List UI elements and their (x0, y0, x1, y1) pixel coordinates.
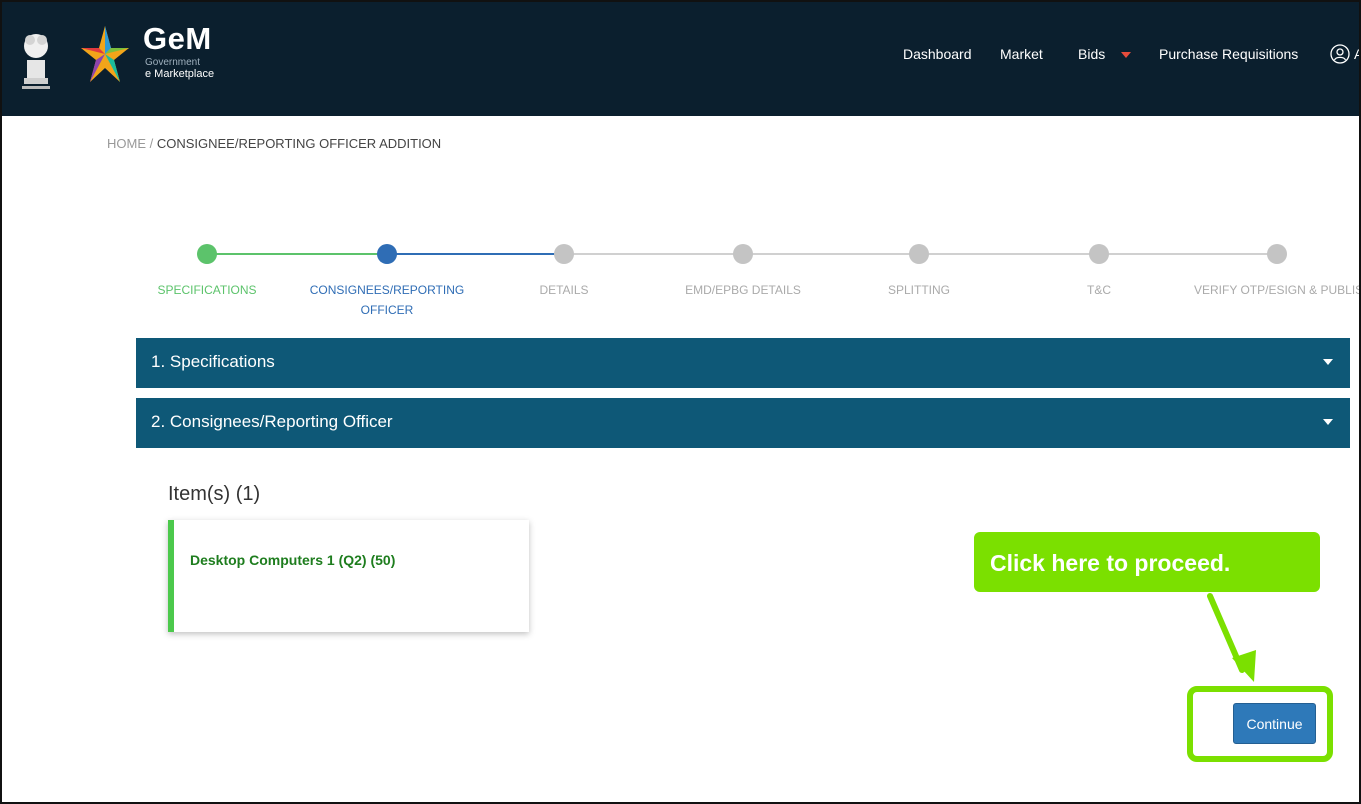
item-card[interactable]: Desktop Computers 1 (Q2) (50) (168, 520, 529, 632)
step-dot-specifications[interactable] (197, 244, 217, 264)
chevron-down-icon[interactable] (1323, 359, 1333, 365)
top-navbar: GeM Government e Marketplace Dashboard M… (2, 2, 1359, 116)
nav-dashboard[interactable]: Dashboard (903, 46, 972, 62)
breadcrumb: HOME / CONSIGNEE/REPORTING OFFICER ADDIT… (107, 136, 441, 151)
stepper-line-done (207, 253, 387, 255)
step-dot-tc (1089, 244, 1109, 264)
continue-button[interactable]: Continue (1233, 703, 1316, 744)
chevron-down-icon[interactable] (1121, 52, 1131, 58)
step-label-tc: T&C (1087, 283, 1111, 297)
gem-logo-icon (81, 26, 129, 82)
page-frame: GeM Government e Marketplace Dashboard M… (0, 0, 1361, 804)
step-label-verify: VERIFY OTP/ESIGN & PUBLISH (1194, 283, 1361, 297)
step-label-details: DETAILS (539, 283, 589, 297)
brand-subtitle: Government (145, 57, 201, 68)
step-dot-consignees[interactable] (377, 244, 397, 264)
nav-purchase-requisitions[interactable]: Purchase Requisitions (1159, 46, 1298, 62)
nav-bids[interactable]: Bids (1078, 46, 1105, 62)
section-specifications[interactable]: 1. Specifications (136, 338, 1350, 388)
breadcrumb-current: CONSIGNEE/REPORTING OFFICER ADDITION (156, 136, 442, 151)
section-consignees[interactable]: 2. Consignees/Reporting Officer (136, 398, 1350, 448)
nav-market[interactable]: Market (1000, 46, 1043, 62)
user-account-icon[interactable] (1330, 44, 1350, 64)
brand-tagline: e Marketplace (145, 68, 215, 80)
step-label-specifications: SPECIFICATIONS (157, 283, 257, 297)
breadcrumb-home[interactable]: HOME (107, 136, 146, 151)
stepper-line-active (387, 253, 564, 255)
callout-text: Click here to proceed. (990, 550, 1231, 576)
instruction-callout: Click here to proceed. (974, 532, 1320, 592)
breadcrumb-separator: / (146, 136, 157, 151)
step-dot-splitting (909, 244, 929, 264)
items-count-heading: Item(s) (1) (168, 483, 261, 505)
section-title: 1. Specifications (151, 352, 275, 371)
chevron-down-icon[interactable] (1323, 419, 1333, 425)
arrow-down-icon (1207, 593, 1256, 682)
national-emblem-icon (22, 34, 50, 89)
section-title: 2. Consignees/Reporting Officer (151, 412, 393, 431)
brand-name: GeM (143, 21, 212, 56)
step-label-consignees: CONSIGNEES/REPORTING OFFICER (309, 283, 465, 317)
step-dot-emd-epbg (733, 244, 753, 264)
step-label-splitting: SPLITTING (887, 283, 950, 297)
step-dot-verify (1267, 244, 1287, 264)
step-label-emd-epbg: EMD/EPBG DETAILS (685, 283, 801, 297)
step-dot-details (554, 244, 574, 264)
progress-stepper: SPECIFICATIONS CONSIGNEES/REPORTING OFFI… (2, 232, 1361, 322)
item-title[interactable]: Desktop Computers 1 (Q2) (50) (190, 552, 395, 568)
user-name[interactable]: A (1354, 46, 1359, 62)
